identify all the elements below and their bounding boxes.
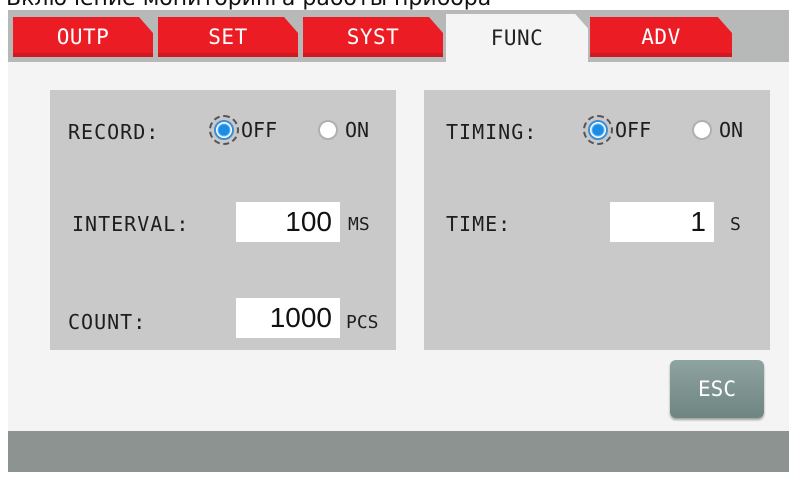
radio-selected-icon (209, 115, 239, 145)
interval-label: INTERVAL: (72, 212, 190, 236)
count-label: COUNT: (68, 310, 147, 334)
timing-on-label: ON (719, 118, 744, 142)
radio-selected-icon (583, 115, 613, 145)
count-field[interactable]: 1000 (236, 298, 340, 338)
record-off-label: OFF (241, 118, 278, 142)
timing-label: TIMING: (446, 120, 538, 144)
interval-unit: MS (348, 214, 370, 235)
radio-unselected-icon (318, 120, 338, 140)
interval-field[interactable]: 100 (236, 202, 340, 242)
device-screen: OUTP SET SYST FUNC ADV RECORD: OFF ON IN… (8, 10, 789, 472)
radio-unselected-icon (692, 120, 712, 140)
record-on-label: ON (345, 118, 370, 142)
count-unit: PCS (346, 312, 379, 333)
tab-set[interactable]: SET (158, 17, 298, 57)
time-unit: S (730, 214, 741, 235)
tab-outp[interactable]: OUTP (13, 17, 153, 57)
record-on-radio[interactable]: ON (318, 118, 369, 142)
page-caption: Включение мониторинга работы прибора (6, 0, 786, 10)
time-field[interactable]: 1 (610, 202, 714, 242)
timing-off-radio[interactable]: OFF (583, 115, 652, 145)
time-label: TIME: (446, 212, 512, 236)
tab-bar: OUTP SET SYST FUNC ADV (8, 10, 789, 62)
record-label: RECORD: (68, 120, 160, 144)
record-off-radio[interactable]: OFF (209, 115, 278, 145)
record-panel: RECORD: OFF ON INTERVAL: 100 MS COUNT: 1… (50, 90, 396, 350)
timing-panel: TIMING: OFF ON TIME: 1 S (424, 90, 770, 350)
esc-button[interactable]: ESC (670, 360, 764, 418)
timing-on-radio[interactable]: ON (692, 118, 743, 142)
timing-off-label: OFF (615, 118, 652, 142)
tab-func[interactable]: FUNC (446, 14, 588, 62)
tab-syst[interactable]: SYST (303, 17, 443, 57)
status-bar (8, 431, 789, 472)
tab-adv[interactable]: ADV (590, 17, 732, 57)
